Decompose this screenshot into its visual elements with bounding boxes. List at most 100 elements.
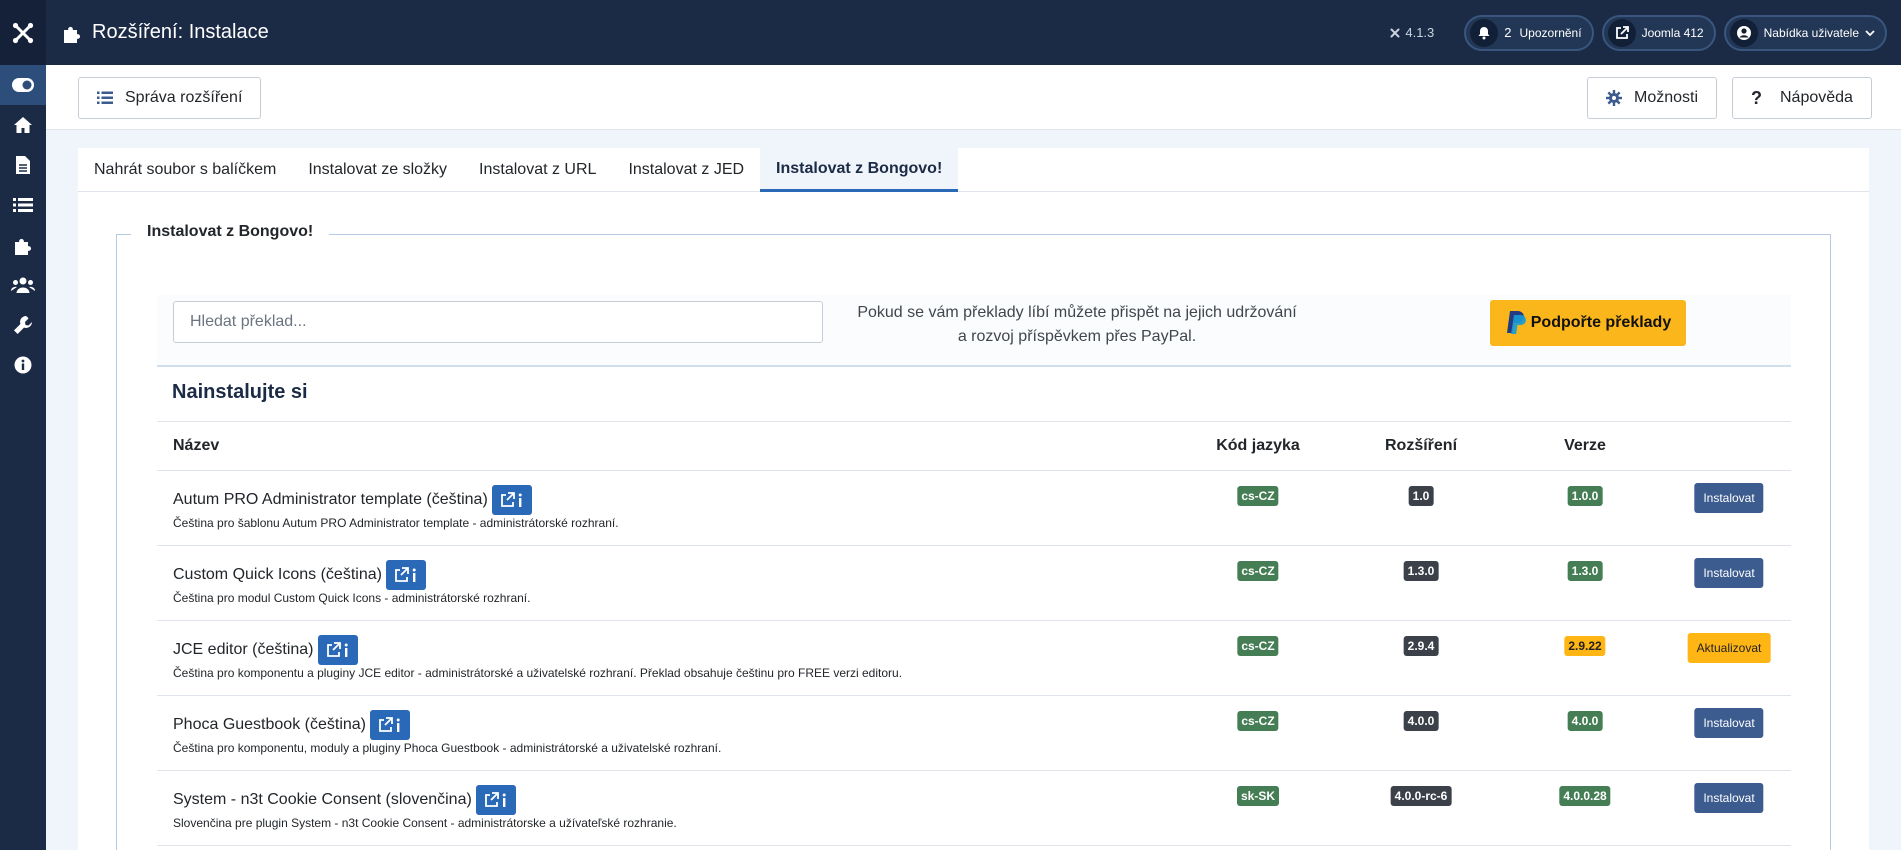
paypal-support-label: Podpořte překlady xyxy=(1530,314,1672,331)
external-link-info-icon xyxy=(500,492,522,507)
info-link-button[interactable] xyxy=(385,560,426,590)
info-link-button[interactable] xyxy=(491,485,532,515)
tab-install-bongovo[interactable]: Instalovat z Bongovo! xyxy=(760,148,959,192)
extension-name: System - n3t Cookie Consent (slovenčina) xyxy=(173,791,472,808)
info-link-button[interactable] xyxy=(370,710,410,740)
site-link-label: Joomla 412 xyxy=(1641,25,1704,40)
list-icon xyxy=(13,198,33,212)
paypal-icon xyxy=(1506,311,1526,334)
toggle-icon xyxy=(12,78,34,92)
translation-version-badge: 1.3.0 xyxy=(1567,561,1603,581)
tab-upload-package[interactable]: Nahrát soubor s balíčkem xyxy=(78,148,292,192)
options-button[interactable]: Možnosti xyxy=(1587,77,1718,119)
extension-version-badge: 1.3.0 xyxy=(1403,561,1439,581)
translation-version-badge: 4.0.0.28 xyxy=(1559,786,1611,806)
update-button[interactable]: Aktualizovat xyxy=(1687,633,1771,663)
language-code-badge: sk-SK xyxy=(1236,786,1280,806)
toolbar: Správa rozšíření Možnosti ? Nápověda xyxy=(46,65,1901,130)
install-button[interactable]: Instalovat xyxy=(1694,558,1764,588)
extension-description: Čeština pro modul Custom Quick Icons - a… xyxy=(173,591,531,605)
tab-install-jed[interactable]: Instalovat z JED xyxy=(612,148,760,192)
help-button[interactable]: ? Nápověda xyxy=(1732,77,1872,119)
tab-install-url[interactable]: Instalovat z URL xyxy=(463,148,612,192)
sidebar-item-users[interactable] xyxy=(0,265,46,305)
extension-version-badge: 1.0 xyxy=(1408,486,1434,506)
notifications-button[interactable]: 2 Upozornění xyxy=(1464,14,1594,51)
version-text: 4.1.3 xyxy=(1405,25,1435,40)
sidebar-item-help[interactable] xyxy=(0,345,46,385)
extension-description: Slovenčina pre plugin System - n3t Cooki… xyxy=(173,816,677,830)
table-row: Phoca Guestbook (čeština) Čeština pro ko… xyxy=(157,696,1791,771)
translation-version-badge: 4.0.0 xyxy=(1567,711,1603,731)
language-code-badge: cs-CZ xyxy=(1237,711,1279,731)
tab-install-folder[interactable]: Instalovat ze složky xyxy=(292,148,463,192)
extension-description: Čeština pro komponentu, moduly a pluginy… xyxy=(173,741,722,755)
page-title-text: Rozšíření: Instalace xyxy=(92,21,269,43)
joomla-small-icon xyxy=(1390,28,1400,37)
translation-version-badge: 1.0.0 xyxy=(1567,486,1603,506)
file-icon xyxy=(16,156,30,174)
search-input[interactable] xyxy=(173,301,823,343)
wrench-icon xyxy=(14,316,32,334)
sidebar xyxy=(0,65,46,850)
install-card: Nahrát soubor s balíčkem Instalovat ze s… xyxy=(78,148,1869,850)
support-text: Pokud se vám překlady líbí můžete přispě… xyxy=(857,304,1297,345)
sidebar-item-system[interactable] xyxy=(0,305,46,345)
sidebar-item-home[interactable] xyxy=(0,105,46,145)
joomla-logo-icon xyxy=(12,22,34,43)
install-button[interactable]: Instalovat xyxy=(1694,708,1764,738)
table-row: Custom Quick Icons (čeština) Čeština pro… xyxy=(157,546,1791,621)
translation-version-badge: 2.9.22 xyxy=(1564,636,1606,656)
extension-name: JCE editor (čeština) xyxy=(173,641,314,658)
header: Rozšíření: Instalace 4.1.3 2 Upozornění … xyxy=(0,0,1901,65)
language-code-badge: cs-CZ xyxy=(1237,561,1279,581)
section-title: Nainstalujte si xyxy=(172,381,308,403)
site-link-button[interactable]: Joomla 412 xyxy=(1601,14,1716,51)
install-button[interactable]: Instalovat xyxy=(1694,783,1764,813)
language-code-badge: cs-CZ xyxy=(1237,636,1279,656)
column-extension: Rozšíření xyxy=(1384,437,1458,454)
extension-version-badge: 4.0.0 xyxy=(1403,711,1439,731)
extension-version-badge: 2.9.4 xyxy=(1403,636,1439,656)
chevron-down-icon xyxy=(1865,29,1875,36)
gear-icon xyxy=(1606,90,1622,106)
info-link-button[interactable] xyxy=(475,785,516,815)
options-label: Možnosti xyxy=(1634,89,1699,106)
sidebar-item-menus[interactable] xyxy=(0,185,46,225)
user-icon xyxy=(1729,18,1758,47)
paypal-support-button[interactable]: Podpořte překlady xyxy=(1490,300,1686,346)
bongovo-fieldset: Instalovat z Bongovo! Pokud se vám překl… xyxy=(116,223,1831,850)
sidebar-item-content[interactable] xyxy=(0,145,46,185)
joomla-logo[interactable] xyxy=(0,0,46,65)
search-area: Pokud se vám překlady líbí můžete přispě… xyxy=(157,295,1791,367)
notifications-count: 2 xyxy=(1504,25,1512,40)
user-menu-button[interactable]: Nabídka uživatele xyxy=(1723,14,1887,51)
sidebar-item-toggle[interactable] xyxy=(0,65,46,105)
manage-extensions-button[interactable]: Správa rozšíření xyxy=(78,77,262,119)
info-icon xyxy=(14,356,32,374)
tab-bar: Nahrát soubor s balíčkem Instalovat ze s… xyxy=(78,148,1869,192)
extension-description: Čeština pro komponentu a pluginy JCE edi… xyxy=(173,666,903,680)
translations-table: Název Kód jazyka Rozšíření Verze Autum P… xyxy=(157,421,1791,846)
external-link-info-icon xyxy=(379,717,400,732)
question-icon: ? xyxy=(1751,87,1762,108)
home-icon xyxy=(14,117,32,133)
info-link-button[interactable] xyxy=(317,635,358,665)
table-row: Autum PRO Administrator template (češtin… xyxy=(157,471,1791,546)
version-label: 4.1.3 xyxy=(1389,25,1434,40)
fieldset-legend: Instalovat z Bongovo! xyxy=(131,223,330,241)
language-code-badge: cs-CZ xyxy=(1237,486,1279,506)
puzzle-icon xyxy=(15,238,32,255)
table-header: Název Kód jazyka Rozšíření Verze xyxy=(157,421,1791,471)
install-button[interactable]: Instalovat xyxy=(1694,483,1764,513)
extension-name: Phoca Guestbook (čeština) xyxy=(173,716,366,733)
user-menu-label: Nabídka uživatele xyxy=(1763,25,1859,40)
help-label: Nápověda xyxy=(1780,89,1853,106)
puzzle-icon xyxy=(64,26,81,43)
extension-description: Čeština pro šablonu Autum PRO Administra… xyxy=(173,516,619,530)
list-icon xyxy=(97,91,113,104)
users-icon xyxy=(11,277,35,293)
column-name: Název xyxy=(173,437,220,454)
column-language-code: Kód jazyka xyxy=(1216,437,1300,454)
sidebar-item-extensions[interactable] xyxy=(0,225,46,265)
